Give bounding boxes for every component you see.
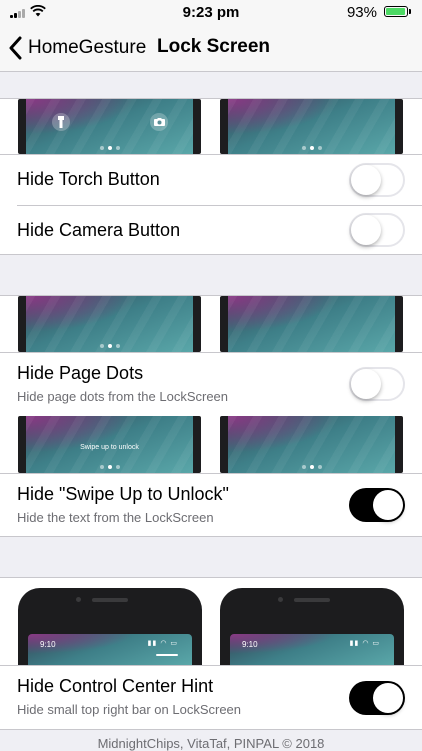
hide-control-center-hint-toggle[interactable] [349, 681, 405, 715]
chevron-left-icon [9, 36, 22, 60]
section-quick-buttons: Hide Torch Button Hide Camera Button [0, 98, 422, 255]
row-label: Hide "Swipe Up to Unlock" [17, 484, 229, 504]
row-hide-control-center-hint: Hide Control Center Hint Hide small top … [0, 666, 422, 729]
preview-without-swipe-text [220, 416, 403, 473]
page-dots [301, 146, 322, 150]
hide-camera-toggle[interactable] [349, 213, 405, 247]
section-control-center: 9:10 ▮▮ ◠ ▭ 9:10 ▮▮ ◠ ▭ Hide Control Cen… [0, 577, 422, 730]
status-bar: 9:23 pm 93% [0, 0, 422, 24]
preview-time: 9:10 [40, 640, 56, 649]
hide-swipe-up-toggle[interactable] [349, 488, 405, 522]
section-lockscreen-text: Hide Page Dots Hide page dots from the L… [0, 295, 422, 537]
preview-with-buttons [18, 99, 201, 154]
row-label: Hide Control Center Hint [17, 676, 214, 696]
camera-icon [150, 113, 168, 131]
row-subtitle: Hide the text from the LockScreen [17, 510, 214, 525]
row-subtitle: Hide small top right bar on LockScreen [17, 702, 242, 717]
battery-icon [384, 6, 408, 17]
page-dots [99, 146, 120, 150]
preview-with-swipe-text: Swipe up to unlock [18, 416, 201, 473]
preview-without-buttons [220, 99, 403, 154]
row-hide-page-dots: Hide Page Dots Hide page dots from the L… [0, 353, 422, 416]
status-icons: ▮▮ ◠ ▭ [349, 640, 380, 647]
row-hide-camera: Hide Camera Button [0, 206, 422, 254]
hide-torch-toggle[interactable] [349, 163, 405, 197]
battery-percentage: 93% [346, 4, 377, 21]
preview-with-dots [18, 296, 201, 352]
page-title: Lock Screen [157, 36, 270, 57]
status-icons: ▮▮ ◠ ▭ [147, 640, 178, 647]
preview-with-hint: 9:10 ▮▮ ◠ ▭ [18, 588, 202, 665]
row-label: Hide Torch Button [17, 169, 160, 189]
row-subtitle: Hide page dots from the LockScreen [17, 389, 229, 404]
preview-without-hint: 9:10 ▮▮ ◠ ▭ [220, 588, 404, 665]
page-dots [301, 465, 322, 469]
row-label: Hide Page Dots [17, 363, 144, 383]
row-hide-swipe-up: Hide "Swipe Up to Unlock" Hide the text … [0, 474, 422, 536]
page-dots [99, 465, 120, 469]
credits-footer: MidnightChips, VitaTaf, PINPAL © 2018 [97, 736, 325, 751]
back-label: HomeGesture [28, 37, 147, 58]
page-dots [99, 344, 120, 348]
back-button[interactable]: HomeGesture [8, 34, 146, 62]
preview-without-dots [220, 296, 403, 352]
torch-icon [52, 113, 70, 131]
navigation-bar: HomeGesture Lock Screen [0, 24, 422, 72]
preview-time: 9:10 [242, 640, 258, 649]
row-label: Hide Camera Button [17, 220, 181, 240]
hide-page-dots-toggle[interactable] [349, 367, 405, 401]
row-hide-torch: Hide Torch Button [0, 155, 422, 205]
battery-tip [409, 9, 411, 14]
swipe-up-preview-text: Swipe up to unlock [80, 444, 139, 451]
control-center-hint-bar [156, 654, 178, 656]
